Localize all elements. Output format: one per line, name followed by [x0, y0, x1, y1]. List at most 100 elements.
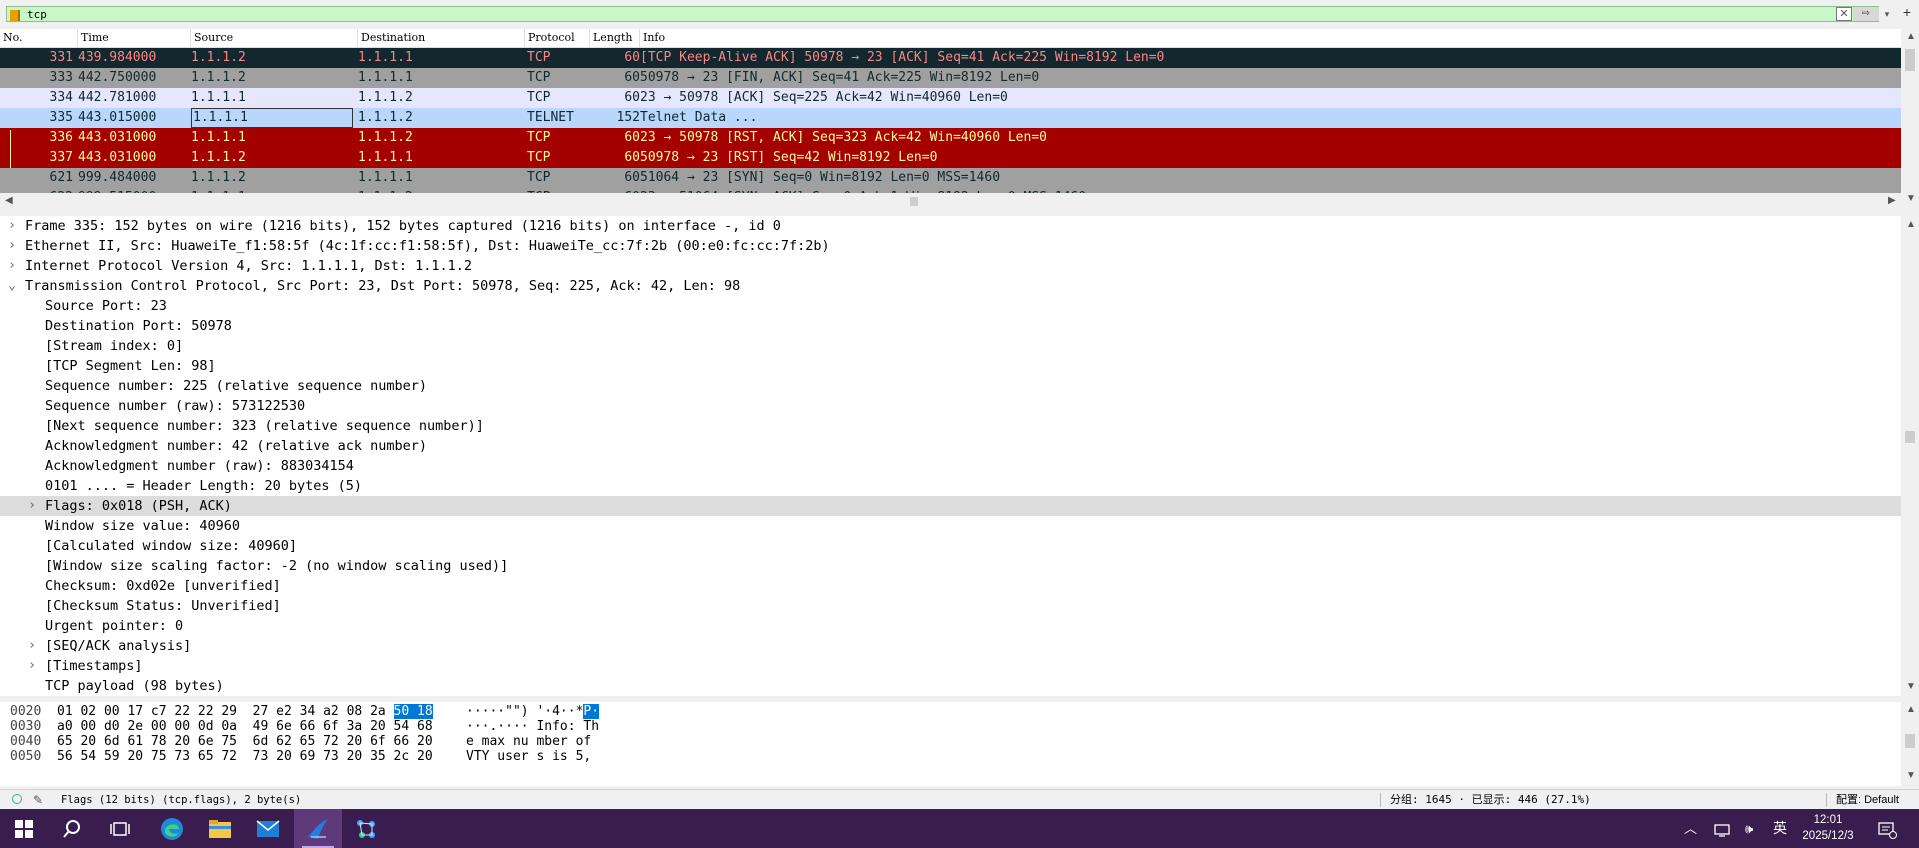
scroll-down-icon[interactable]: ▼ [1906, 681, 1916, 692]
packet-row[interactable]: 333 442.750000 1.1.1.2 1.1.1.1 TCP 60 50978 → … [0, 68, 1901, 88]
volume-icon[interactable]: 🕪 [1745, 809, 1753, 848]
scroll-thumb[interactable] [1905, 431, 1915, 443]
capture-comment-icon[interactable]: ✎ [33, 790, 43, 810]
expand-toggle-icon[interactable]: › [26, 496, 38, 516]
bytes-ascii[interactable]: VTY user s is 5, [466, 748, 599, 766]
column-header-source[interactable]: Source [191, 29, 358, 47]
packet-row[interactable]: 334 442.781000 1.1.1.1 1.1.1.2 TCP 60 23 → 509… [0, 88, 1901, 108]
column-header-info[interactable]: Info [640, 29, 1901, 47]
detail-tree-item[interactable]: › Flags: 0x018 (PSH, ACK) [0, 496, 1901, 516]
detail-tree-item[interactable]: Sequence number: 225 (relative sequence … [0, 376, 1901, 396]
show-hidden-icons-icon[interactable]: ︿ [1684, 809, 1697, 848]
scroll-down-icon[interactable]: ▼ [1906, 193, 1916, 204]
detail-tree-item[interactable]: [Calculated window size: 40960] [0, 536, 1901, 556]
detail-tree-item[interactable]: [Checksum Status: Unverified] [0, 596, 1901, 616]
details-vertical-scrollbar[interactable]: ▲ ▼ [1901, 216, 1919, 696]
scroll-down-icon[interactable]: ▼ [1906, 770, 1916, 781]
detail-tree-item[interactable]: [Next sequence number: 323 (relative seq… [0, 416, 1901, 436]
packet-cell-info: [TCP Keep-Alive ACK] 50978 → 23 [ACK] Se… [640, 50, 1165, 65]
packet-row[interactable]: 337 443.031000 1.1.1.2 1.1.1.1 TCP 60 50978 → … [0, 148, 1901, 168]
detail-tree-item[interactable]: [TCP Segment Len: 98] [0, 356, 1901, 376]
expand-toggle-icon[interactable]: ⌄ [6, 276, 18, 296]
packet-list-horizontal-scrollbar[interactable]: ◀ ▶ [0, 193, 1901, 210]
column-header-no[interactable]: No. [0, 29, 78, 47]
search-icon[interactable] [48, 809, 96, 848]
detail-tree-item[interactable]: › Frame 335: 152 bytes on wire (1216 bits… [0, 216, 1901, 236]
filter-text[interactable]: tcp [27, 8, 47, 21]
task-view-icon[interactable] [96, 809, 144, 848]
detail-tree-item[interactable]: [Window size scaling factor: -2 (no wind… [0, 556, 1901, 576]
detail-tree-item[interactable]: Window size value: 40960 [0, 516, 1901, 536]
scroll-up-icon[interactable]: ▲ [1906, 31, 1916, 42]
add-filter-button-icon[interactable]: + [1900, 5, 1914, 19]
packet-list-vertical-scrollbar[interactable]: ▲ ▼ [1901, 29, 1919, 210]
scroll-thumb[interactable] [1905, 49, 1915, 71]
detail-text: [Next sequence number: 323 (relative seq… [45, 418, 484, 434]
column-header-time[interactable]: Time [78, 29, 191, 47]
column-header-protocol[interactable]: Protocol [525, 29, 590, 47]
detail-tree-item[interactable]: › [Timestamps] [0, 656, 1901, 676]
detail-text: Sequence number: 225 (relative sequence … [45, 378, 428, 394]
notification-center-icon[interactable] [1877, 809, 1897, 848]
expand-toggle-icon[interactable]: › [6, 216, 18, 236]
bytes-vertical-scrollbar[interactable]: ▲ ▼ [1901, 702, 1919, 786]
packet-cell-time: 999.484000 [78, 170, 157, 185]
status-profile[interactable]: 配置: Default [1836, 790, 1899, 810]
detail-tree-item[interactable]: › Internet Protocol Version 4, Src: 1.1.1… [0, 256, 1901, 276]
scroll-thumb[interactable] [910, 197, 918, 206]
packet-cell-time: 443.031000 [78, 150, 157, 165]
detail-tree-item[interactable]: Acknowledgment number (raw): 883034154 [0, 456, 1901, 476]
wireshark-app-icon[interactable] [294, 809, 342, 848]
detail-tree-item[interactable]: Acknowledgment number: 42 (relative ack … [0, 436, 1901, 456]
scroll-up-icon[interactable]: ▲ [1906, 704, 1916, 715]
expand-toggle-icon[interactable]: › [6, 236, 18, 256]
bytes-hex[interactable]: 56 54 59 20 75 73 65 72 73 20 69 73 20 3… [57, 748, 433, 766]
packet-cell-src: 1.1.1.2 [191, 170, 246, 185]
scroll-up-icon[interactable]: ▲ [1906, 219, 1916, 230]
mail-icon[interactable] [244, 809, 292, 848]
detail-text: [Checksum Status: Unverified] [45, 598, 281, 614]
clear-filter-icon[interactable]: ✕ [1836, 7, 1852, 21]
packet-row[interactable]: 335 443.015000 1.1.1.1 1.1.1.2 TELNET 152 Teln… [0, 108, 1901, 128]
detail-tree-item[interactable]: [Stream index: 0] [0, 336, 1901, 356]
detail-text: Transmission Control Protocol, Src Port:… [25, 278, 741, 294]
start-button-icon[interactable] [0, 809, 48, 848]
detail-tree-item[interactable]: ⌄ Transmission Control Protocol, Src Port… [0, 276, 1901, 296]
apply-filter-icon[interactable]: ⇨ [1853, 7, 1879, 21]
expand-toggle-icon[interactable]: › [26, 656, 38, 676]
display-filter-input[interactable]: tcp [6, 6, 1879, 22]
detail-tree-item[interactable]: Checksum: 0xd02e [unverified] [0, 576, 1901, 596]
filter-history-dropdown-icon[interactable]: ▾ [1881, 7, 1893, 21]
detail-tree-item[interactable]: 0101 .... = Header Length: 20 bytes (5) [0, 476, 1901, 496]
file-explorer-icon[interactable] [196, 809, 244, 848]
network-status-icon[interactable] [1714, 809, 1732, 848]
packet-row[interactable]: 331 439.984000 1.1.1.2 1.1.1.1 TCP 60 [TCP Kee… [0, 48, 1901, 68]
scroll-thumb[interactable] [1905, 734, 1915, 748]
detail-tree-item[interactable]: TCP payload (98 bytes) [0, 676, 1901, 696]
network-app-icon[interactable] [342, 809, 390, 848]
detail-tree-item[interactable]: Urgent pointer: 0 [0, 616, 1901, 636]
bookmark-icon[interactable] [10, 10, 20, 21]
expand-toggle-icon[interactable]: › [26, 636, 38, 656]
column-header-length[interactable]: Length [590, 29, 640, 47]
edge-browser-icon[interactable] [148, 809, 196, 848]
packet-row[interactable]: 336 443.031000 1.1.1.1 1.1.1.2 TCP 60 23 → 509… [0, 128, 1901, 148]
detail-tree-item[interactable]: Destination Port: 50978 [0, 316, 1901, 336]
detail-tree-item[interactable]: Sequence number (raw): 573122530 [0, 396, 1901, 416]
expand-toggle-icon[interactable]: › [6, 256, 18, 276]
detail-tree-item[interactable]: › [SEQ/ACK analysis] [0, 636, 1901, 656]
packet-row[interactable]: 621 999.484000 1.1.1.2 1.1.1.1 TCP 60 51064 → … [0, 168, 1901, 188]
packet-cell-len: 60 [624, 170, 640, 185]
detail-text: TCP payload (98 bytes) [45, 678, 224, 694]
detail-tree-item[interactable]: Source Port: 23 [0, 296, 1901, 316]
packet-cell-len: 60 [624, 130, 640, 145]
expert-info-icon[interactable] [12, 794, 22, 804]
bytes-row[interactable]: 0050 56 54 59 20 75 73 65 72 73 20 69 73 … [0, 748, 1900, 766]
scroll-left-icon[interactable]: ◀ [5, 195, 13, 206]
packet-cell-time: 439.984000 [78, 50, 157, 65]
input-method-indicator[interactable]: 英 [1773, 809, 1787, 848]
detail-tree-item[interactable]: › Ethernet II, Src: HuaweiTe_f1:58:5f (4c… [0, 236, 1901, 256]
system-clock[interactable]: 12:01 2025/12/3 [1796, 812, 1860, 844]
column-header-destination[interactable]: Destination [358, 29, 525, 47]
scroll-right-icon[interactable]: ▶ [1888, 195, 1896, 206]
